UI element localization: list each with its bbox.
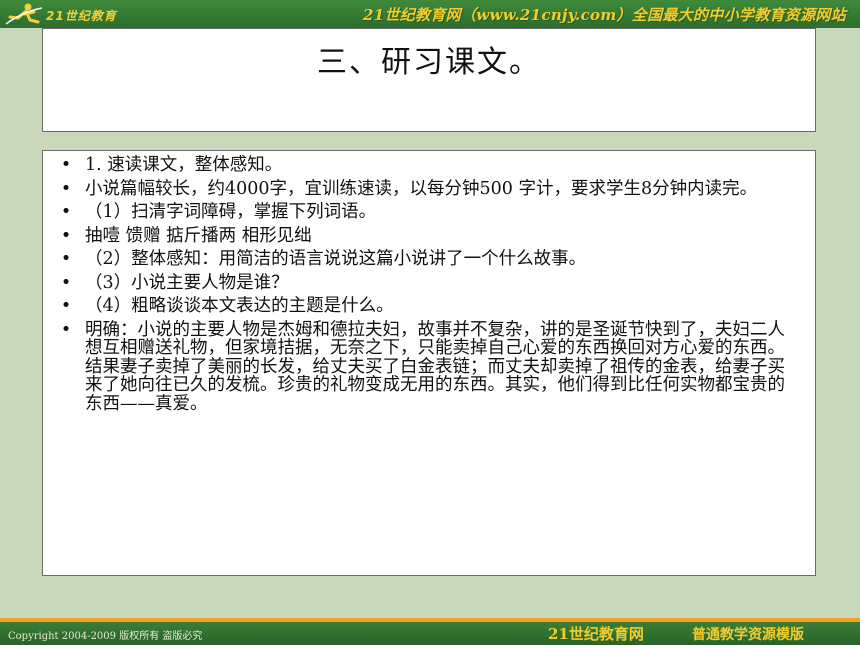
running-figure-icon [5, 3, 43, 25]
bullet-item: • 小说篇幅较长，约4000字，宜训练速读，以每分钟500 字计，要求学生8分钟内… [57, 178, 801, 199]
slide-title-box: 三、研习课文。 [42, 28, 816, 132]
bullet-item: • （1）扫清字词障碍，掌握下列词语。 [57, 203, 801, 222]
bullet-text: （2）整体感知：用简洁的语言说说这篇小说讲了一个什么故事。 [85, 249, 587, 269]
footer-site-name: 21世纪教育网 [548, 625, 644, 643]
site-banner-text: 21世纪教育网（www.21cnjy.com）全国最大的中小学教育资源网站 [363, 6, 846, 24]
bullet-item: • （3）小说主要人物是谁？ [57, 272, 801, 293]
slide-content-box: • 1. 速读课文，整体感知。 • 小说篇幅较长，约4000字，宜训练速读，以每分钟… [42, 150, 816, 576]
bullet-text: （3）小说主要人物是谁？ [85, 272, 289, 293]
bullet-text: 1. 速读课文，整体感知。 [85, 155, 283, 175]
footer-template-label: 普通教学资源模版 [692, 627, 804, 643]
bullet-item: • 明确：小说的主要人物是杰姆和德拉夫妇，故事并不复杂，讲的是圣诞节快到了，夫妇二… [57, 319, 801, 414]
bullet-icon: • [60, 272, 72, 293]
bullet-icon: • [60, 296, 72, 316]
bullet-list: • 1. 速读课文，整体感知。 • 小说篇幅较长，约4000字，宜训练速读，以每分钟… [43, 151, 815, 413]
bullet-text: 抽噎 馈赠 掂斤播两 相形见绌 [85, 225, 312, 246]
slide-title: 三、研习课文。 [317, 45, 541, 80]
top-banner-band: 21世纪教育 21世纪教育网（www.21cnjy.com）全国最大的中小学教育… [0, 0, 860, 28]
logo-text: 21世纪教育 [46, 9, 117, 23]
bullet-item: • 1. 速读课文，整体感知。 [57, 156, 801, 175]
bullet-text: （1）扫清字词障碍，掌握下列词语。 [85, 202, 377, 222]
bullet-text: 明确：小说的主要人物是杰姆和德拉夫妇，故事并不复杂，讲的是圣诞节快到了，夫妇二人… [85, 319, 785, 414]
bullet-icon: • [60, 249, 72, 269]
bullet-text: （4）粗略谈谈本文表达的主题是什么。 [85, 296, 394, 316]
bullet-item: • 抽噎 馈赠 掂斤播两 相形见绌 [57, 225, 801, 246]
bullet-icon: • [60, 155, 72, 175]
bullet-icon: • [60, 202, 72, 222]
bullet-icon: • [60, 319, 72, 340]
bullet-item: • （2）整体感知：用简洁的语言说说这篇小说讲了一个什么故事。 [57, 250, 801, 269]
bullet-text: 小说篇幅较长，约4000字，宜训练速读，以每分钟500 字计，要求学生8分钟内读… [85, 178, 758, 199]
site-logo: 21世纪教育 [4, 2, 154, 26]
bullet-icon: • [60, 178, 72, 199]
bullet-icon: • [60, 225, 72, 246]
bullet-item: • （4）粗略谈谈本文表达的主题是什么。 [57, 297, 801, 316]
footer-band: Copyright 2004-2009 版权所有 盗版必究 21世纪教育网 普通… [0, 618, 860, 645]
copyright-text: Copyright 2004-2009 版权所有 盗版必究 [8, 631, 203, 642]
